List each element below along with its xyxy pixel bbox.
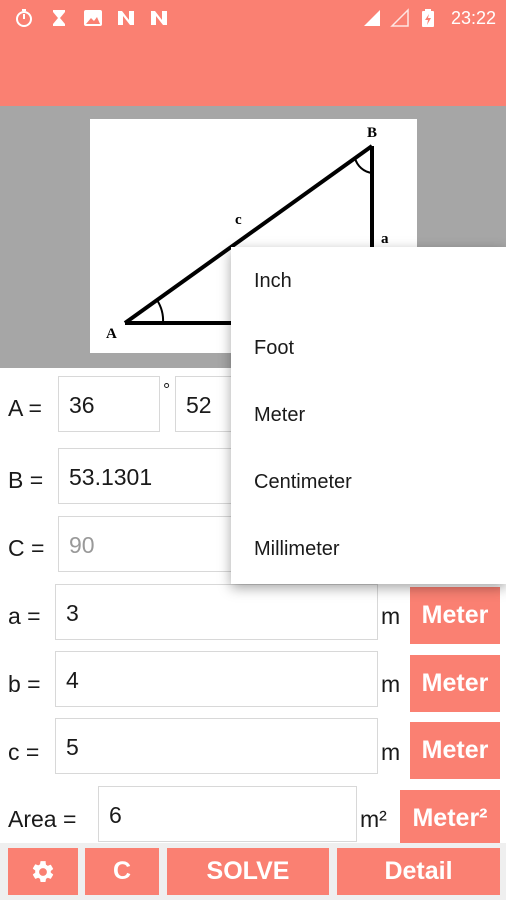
side-c-label: c bbox=[235, 212, 242, 228]
side-a-unit: m bbox=[381, 603, 401, 629]
n-icon bbox=[118, 11, 134, 25]
image-icon bbox=[84, 10, 102, 26]
solve-button[interactable]: SOLVE bbox=[167, 848, 329, 895]
battery-icon bbox=[422, 9, 434, 27]
angle-a-degrees-input[interactable]: 36 bbox=[58, 376, 160, 432]
side-b-field-label: b = bbox=[8, 671, 41, 697]
side-c-unit: m bbox=[381, 739, 401, 765]
side-a-field-label: a = bbox=[8, 603, 41, 629]
menu-item-millimeter[interactable]: Millimeter bbox=[231, 516, 506, 583]
area-label: Area = bbox=[8, 806, 77, 832]
area-unit: m² bbox=[360, 806, 387, 832]
angle-b-input[interactable]: 53.1301 bbox=[58, 448, 248, 504]
clear-button[interactable]: C bbox=[85, 848, 159, 895]
stopwatch-icon bbox=[16, 9, 32, 27]
detail-button[interactable]: Detail bbox=[337, 848, 500, 895]
side-b-unit: m bbox=[381, 671, 401, 697]
side-b-unit-button[interactable]: Meter bbox=[410, 655, 500, 712]
side-a-label: a bbox=[381, 231, 389, 247]
hourglass-icon bbox=[53, 10, 65, 26]
signal-empty-icon bbox=[390, 8, 409, 27]
angle-c-input: 90 bbox=[58, 516, 248, 572]
menu-item-meter[interactable]: Meter bbox=[231, 382, 506, 449]
angle-b-label: B = bbox=[8, 467, 44, 493]
angle-a-label: A = bbox=[8, 395, 42, 421]
menu-item-inch[interactable]: Inch bbox=[231, 248, 506, 315]
menu-item-foot[interactable]: Foot bbox=[231, 315, 506, 382]
angle-c-label: C = bbox=[8, 535, 45, 561]
side-b-input[interactable]: 4 bbox=[55, 651, 378, 707]
degree-symbol: ° bbox=[163, 380, 171, 400]
area-input[interactable]: 6 bbox=[98, 786, 357, 842]
n-icon bbox=[151, 11, 167, 25]
status-bar: 23:22 bbox=[0, 0, 506, 36]
signal-icon bbox=[364, 10, 380, 26]
app-bar bbox=[0, 36, 506, 106]
area-unit-button[interactable]: Meter² bbox=[400, 790, 500, 847]
side-c-field-label: c = bbox=[8, 739, 40, 765]
menu-item-centimeter[interactable]: Centimeter bbox=[231, 449, 506, 516]
side-c-unit-button[interactable]: Meter bbox=[410, 722, 500, 779]
bottom-toolbar: C SOLVE Detail bbox=[0, 843, 506, 900]
side-c-input[interactable]: 5 bbox=[55, 718, 378, 774]
vertex-b-label: B bbox=[367, 125, 377, 141]
gear-icon bbox=[32, 860, 54, 882]
settings-button[interactable] bbox=[8, 848, 78, 895]
side-a-input[interactable]: 3 bbox=[55, 584, 378, 640]
clock: 23:22 bbox=[450, 8, 496, 28]
vertex-a-label: A bbox=[106, 326, 117, 342]
unit-dropdown-menu: Inch Foot Meter Centimeter Millimeter bbox=[231, 247, 506, 584]
side-a-unit-button[interactable]: Meter bbox=[410, 587, 500, 644]
